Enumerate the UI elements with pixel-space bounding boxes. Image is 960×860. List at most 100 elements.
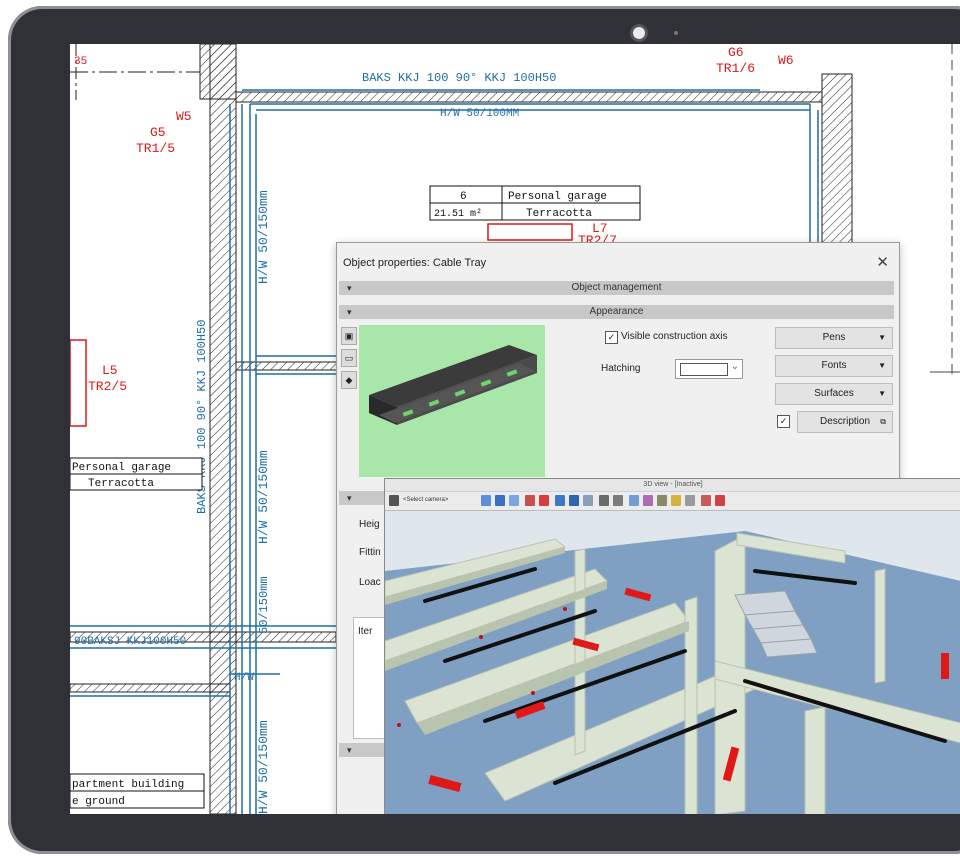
dialog-title: Object properties: Cable Tray: [343, 257, 487, 269]
cable-tray-preview: [359, 325, 545, 477]
chevron-down-icon: ▾: [347, 493, 352, 503]
chevron-down-icon: ▾: [347, 283, 352, 293]
material-icon[interactable]: [671, 495, 681, 506]
tag-w6: W6: [778, 53, 794, 68]
vertical-dim-4: 50/150mm: [257, 576, 271, 634]
room-finish: Terracotta: [526, 208, 592, 220]
chevron-down-icon: ▾: [347, 307, 352, 317]
section-collapsed[interactable]: ▾: [339, 491, 389, 505]
room-area: 21.51 m²: [434, 209, 482, 220]
vertical-dim-3: H/W 50/150mm: [256, 720, 271, 814]
left-room-finish: Terracotta: [88, 478, 154, 490]
walk-icon[interactable]: [525, 495, 535, 506]
bottom-room-line2: e ground: [72, 796, 125, 808]
tag-g6: G6: [728, 45, 744, 60]
wall-corner: [199, 44, 237, 100]
section-label: Object management: [571, 282, 662, 293]
description-button[interactable]: Description ⧉: [797, 411, 893, 433]
visible-axis-label: Visible construction axis: [621, 331, 728, 342]
camera-icon[interactable]: [389, 495, 399, 506]
view-3d-toolbar: <Select camera>: [385, 492, 960, 511]
item-label: Iter: [358, 626, 373, 637]
cable-tray-model: [369, 345, 537, 425]
surfaces-label: Surfaces: [814, 388, 854, 399]
tablet-screen: BAKS KKJ 100 90° KKJ 100H50 H/W 50/100MM…: [70, 44, 960, 814]
room-tag-bottom: partment building e ground: [70, 773, 205, 809]
sensor-dot: [674, 31, 678, 35]
view-3d-window[interactable]: 3D view - [Inactive] <Select camera>: [384, 478, 960, 814]
pens-label: Pens: [822, 332, 846, 343]
hatching-dropdown[interactable]: ⌄: [675, 359, 743, 379]
camera-tool-icon[interactable]: ▣: [341, 327, 357, 345]
section-bottom[interactable]: ▾: [339, 743, 389, 757]
chevron-down-icon: ⌄: [730, 361, 739, 372]
section-icon[interactable]: [643, 495, 653, 506]
wall-lower-2: [70, 683, 231, 693]
tag-l5: L5: [102, 363, 118, 378]
top-dim-label: H/W 50/100MM: [440, 108, 519, 120]
room-tag: 6 Personal garage 21.51 m² Terracotta: [429, 185, 641, 221]
section-appearance[interactable]: ▾ Appearance: [339, 305, 894, 319]
tag-tr16: TR1/6: [716, 61, 755, 76]
fly-icon[interactable]: [539, 495, 549, 506]
visible-axis-checkbox[interactable]: ✓: [605, 331, 618, 344]
room-tag-left: Personal garage Terracotta: [70, 457, 203, 491]
vertical-dim-2: H/W 50/150mm: [256, 450, 271, 544]
shade-icon[interactable]: [613, 495, 623, 506]
close-view-icon[interactable]: [715, 495, 725, 506]
description-checkbox[interactable]: ✓: [777, 415, 790, 428]
layers-icon[interactable]: [629, 495, 639, 506]
settings-icon[interactable]: [701, 495, 711, 506]
tag-w5: W5: [176, 109, 192, 124]
hatching-label: Hatching: [601, 363, 641, 374]
tag-g5: G5: [150, 125, 166, 140]
close-icon[interactable]: ✕: [876, 253, 889, 271]
fit-icon[interactable]: [583, 495, 593, 506]
vertical-dim-1: H/W 50/150mm: [256, 190, 271, 284]
description-label: Description: [819, 416, 871, 427]
wall-left: [209, 44, 237, 814]
cube-tool-icon[interactable]: ◆: [341, 371, 357, 389]
orbit-icon[interactable]: [495, 495, 505, 506]
top-tray-label: BAKS KKJ 100 90° KKJ 100H50: [362, 71, 556, 85]
luminaire-l5: [70, 339, 87, 427]
bottom-room-line1: partment building: [72, 779, 184, 791]
export-icon[interactable]: [685, 495, 695, 506]
plane-icon[interactable]: [569, 495, 579, 506]
hw-label: H/W: [234, 672, 254, 684]
pens-button[interactable]: Pens ▼: [775, 327, 893, 349]
external-window-icon: ⧉: [880, 417, 886, 426]
dropdown-arrow-icon: ▼: [878, 389, 886, 398]
view-icon[interactable]: [481, 495, 491, 506]
tag-tr25: TR2/5: [88, 379, 127, 394]
folder-tool-icon[interactable]: ▭: [341, 349, 357, 367]
zoom-icon[interactable]: [555, 495, 565, 506]
room-name: Personal garage: [508, 191, 607, 203]
fonts-button[interactable]: Fonts ▼: [775, 355, 893, 377]
grid-35-label: 35: [74, 56, 87, 68]
section-label: Appearance: [589, 306, 644, 317]
room-number: 6: [460, 191, 467, 203]
surfaces-button[interactable]: Surfaces ▼: [775, 383, 893, 405]
dropdown-arrow-icon: ▼: [878, 333, 886, 342]
left-room-name: Personal garage: [72, 462, 171, 474]
fitting-label: Fittin: [359, 547, 381, 558]
3d-building-scene[interactable]: [385, 511, 960, 814]
camera-icon: [630, 24, 648, 42]
dropdown-arrow-icon: ▼: [878, 361, 886, 370]
render-icon[interactable]: [599, 495, 609, 506]
tag-tr15: TR1/5: [136, 141, 175, 156]
height-label: Heig: [359, 519, 380, 530]
luminaire-l7: [487, 223, 573, 241]
chevron-down-icon: ▾: [347, 745, 352, 755]
wall-top: [235, 91, 823, 103]
camera-select[interactable]: <Select camera>: [403, 495, 467, 506]
lower-tray-label: 90BAKSJ KKJ100H50: [74, 636, 186, 648]
light-icon[interactable]: [657, 495, 667, 506]
section-object-management[interactable]: ▾ Object management: [339, 281, 894, 295]
view-3d-title: 3D view - [Inactive]: [385, 479, 960, 491]
fonts-label: Fonts: [821, 360, 847, 371]
hatching-swatch: [680, 363, 728, 376]
load-label: Loac: [359, 577, 381, 588]
pan-icon[interactable]: [509, 495, 519, 506]
